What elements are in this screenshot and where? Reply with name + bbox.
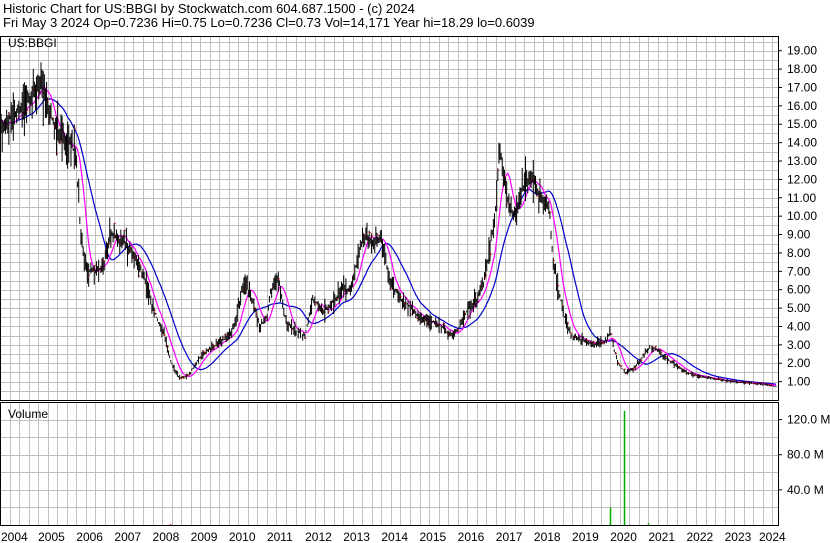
price-tick-label: 18.00 [787, 62, 817, 76]
stock-chart: 1.00 2.00 3.00 4.00 5.00 6.00 7.00 8.00 9.00 10.0… [0, 36, 830, 543]
price-tick-label: 12.00 [787, 172, 817, 186]
price-tick-label: 11.00 [787, 191, 816, 205]
price-tick-label: 10.00 [787, 209, 817, 223]
price-tick-label: 6.00 [787, 283, 811, 297]
year-label: 2007 [114, 530, 141, 543]
price-tick-label: 14.00 [787, 136, 817, 150]
price-tick-label: 7.00 [787, 264, 811, 278]
price-tick-label: 1.00 [787, 375, 811, 389]
price-tick-label: 4.00 [787, 319, 811, 333]
price-tick-label: 5.00 [787, 301, 811, 315]
year-label: 2011 [267, 530, 293, 543]
price-tick-label: 9.00 [787, 228, 811, 242]
price-tick-label: 16.00 [787, 99, 817, 113]
volume-tick-label: 120.0 M [787, 413, 830, 427]
volume-tick-label: 80.0 M [787, 448, 824, 462]
year-label: 2014 [381, 530, 408, 543]
price-tick-label: 19.00 [787, 44, 817, 58]
year-label: 2017 [496, 530, 523, 543]
year-label: 2021 [648, 530, 675, 543]
year-label: 2006 [76, 530, 103, 543]
price-panel-title: US:BBGI [8, 36, 57, 50]
price-tick-label: 17.00 [787, 80, 817, 94]
year-label: 2022 [686, 530, 713, 543]
year-label: 2015 [420, 530, 447, 543]
year-label: 2012 [305, 530, 332, 543]
year-label: 2004 [1, 530, 28, 543]
volume-tick-label: 40.0 M [787, 483, 824, 497]
volume-panel-title: Volume [8, 407, 48, 421]
year-label: 2023 [725, 530, 752, 543]
year-label: 2019 [572, 530, 599, 543]
year-label: 2016 [458, 530, 485, 543]
year-label: 2013 [343, 530, 370, 543]
year-label: 2005 [38, 530, 65, 543]
year-label: 2010 [229, 530, 256, 543]
year-label: 2024 [759, 530, 786, 543]
price-series [0, 62, 777, 388]
year-label: 2018 [534, 530, 561, 543]
year-label: 2009 [191, 530, 218, 543]
year-label: 2008 [153, 530, 180, 543]
price-tick-label: 2.00 [787, 356, 811, 370]
price-tick-label: 3.00 [787, 338, 811, 352]
price-tick-label: 8.00 [787, 246, 811, 260]
price-tick-label: 15.00 [787, 117, 817, 131]
year-label: 2020 [610, 530, 637, 543]
price-tick-label: 13.00 [787, 154, 817, 168]
